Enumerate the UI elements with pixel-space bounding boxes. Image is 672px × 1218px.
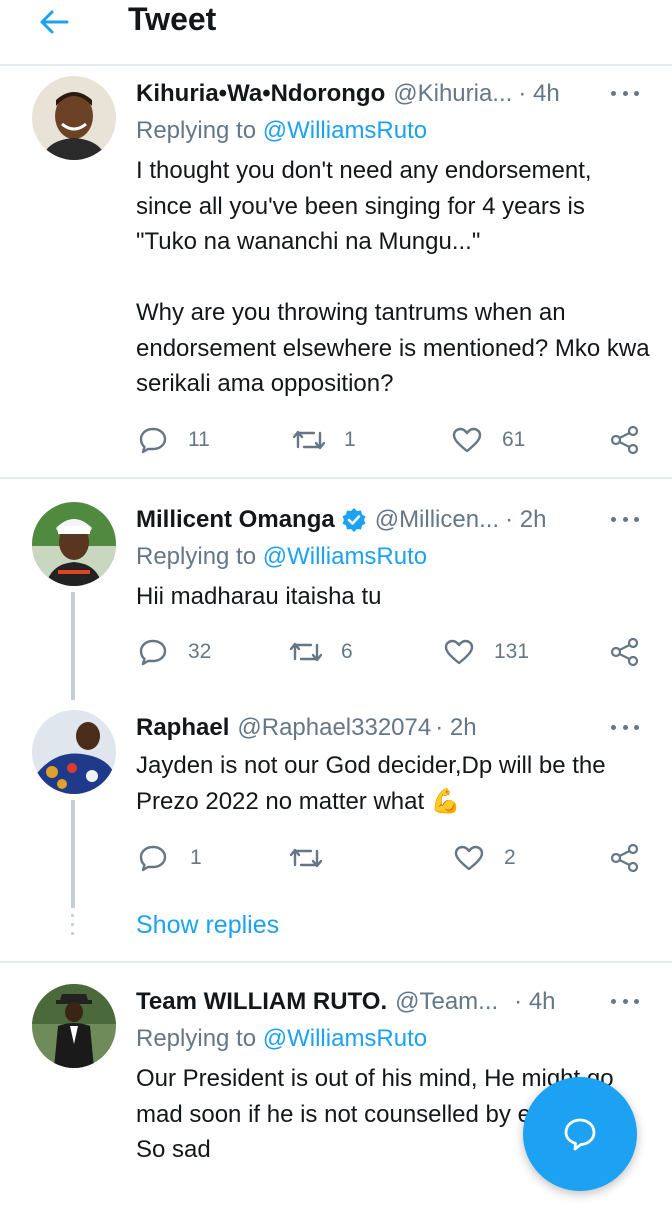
tweet-text: Hii madharau itaisha tu bbox=[136, 583, 382, 610]
tweet-actions: 32 6 131 bbox=[136, 635, 641, 669]
arrow-left-icon bbox=[40, 10, 69, 34]
retweet-icon bbox=[289, 635, 323, 669]
tweet-text: I thought you don't need any endorsement… bbox=[136, 157, 650, 397]
reply-count: 11 bbox=[188, 428, 210, 451]
author-handle[interactable]: @Team... bbox=[395, 988, 498, 1016]
thread-line bbox=[71, 800, 75, 908]
author-name[interactable]: Millicent Omanga bbox=[136, 506, 335, 534]
verified-badge-icon bbox=[341, 507, 367, 533]
retweet-icon bbox=[289, 841, 323, 875]
reply-button[interactable]: 1 bbox=[136, 841, 202, 875]
like-count: 2 bbox=[504, 846, 516, 869]
share-button[interactable] bbox=[608, 841, 642, 875]
reply-button[interactable]: 11 bbox=[136, 423, 210, 457]
share-button[interactable] bbox=[608, 423, 642, 457]
retweet-count: 1 bbox=[344, 428, 356, 451]
like-button[interactable]: 131 bbox=[442, 635, 529, 669]
tweet-header: Kihuria•Wa•Ndorongo @Kihuria... · 4h bbox=[136, 76, 642, 112]
author-name[interactable]: Kihuria•Wa•Ndorongo bbox=[136, 80, 385, 108]
author-handle[interactable]: @Millicen... bbox=[375, 506, 499, 534]
reply-count: 1 bbox=[190, 846, 202, 869]
like-button[interactable]: 2 bbox=[452, 841, 516, 875]
reply-icon bbox=[136, 841, 170, 875]
avatar[interactable] bbox=[32, 76, 116, 160]
replying-to-link[interactable]: @WilliamsRuto bbox=[263, 543, 427, 570]
heart-icon bbox=[450, 423, 484, 457]
compose-reply-button[interactable] bbox=[523, 1077, 637, 1191]
retweet-button[interactable]: 6 bbox=[289, 635, 353, 669]
author-name[interactable]: Team WILLIAM RUTO. bbox=[136, 988, 387, 1016]
avatar[interactable] bbox=[32, 984, 116, 1068]
heart-icon bbox=[442, 635, 476, 669]
replying-label: Replying to bbox=[136, 1025, 263, 1052]
replying-label: Replying to bbox=[136, 543, 263, 570]
tweet[interactable]: Millicent Omanga @Millicen... · 2h Reply… bbox=[0, 502, 672, 702]
more-options-icon[interactable] bbox=[608, 714, 642, 740]
avatar[interactable] bbox=[32, 502, 116, 586]
replying-to-link[interactable]: @WilliamsRuto bbox=[263, 1025, 427, 1052]
tweet-header: Millicent Omanga @Millicen... · 2h bbox=[136, 502, 642, 538]
tweet[interactable]: Kihuria•Wa•Ndorongo @Kihuria... · 4h Rep… bbox=[0, 76, 672, 476]
divider bbox=[0, 477, 672, 479]
tweet-actions: 1 2 bbox=[136, 841, 641, 875]
replying-to-link[interactable]: @WilliamsRuto bbox=[263, 117, 427, 144]
timestamp[interactable]: · 2h bbox=[505, 506, 546, 534]
divider bbox=[0, 961, 672, 963]
page-title: Tweet bbox=[128, 1, 217, 37]
replying-to: Replying to @WilliamsRuto bbox=[136, 1024, 427, 1054]
thread-line bbox=[71, 592, 75, 700]
replying-to: Replying to @WilliamsRuto bbox=[136, 542, 427, 572]
share-icon bbox=[608, 635, 642, 669]
share-icon bbox=[608, 841, 642, 875]
share-icon bbox=[608, 423, 642, 457]
replying-label: Replying to bbox=[136, 117, 263, 144]
replying-to: Replying to @WilliamsRuto bbox=[136, 116, 427, 146]
reply-icon bbox=[136, 423, 170, 457]
back-button[interactable] bbox=[32, 4, 76, 40]
retweet-button[interactable] bbox=[289, 841, 341, 875]
like-count: 61 bbox=[502, 428, 526, 451]
retweet-button[interactable]: 1 bbox=[292, 423, 356, 457]
more-options-icon[interactable] bbox=[608, 988, 642, 1014]
tweet-text-content: Jayden is not our God decider,Dp will be… bbox=[136, 752, 613, 815]
retweet-icon bbox=[292, 423, 326, 457]
tweet-header: Team WILLIAM RUTO. @Team... · 4h bbox=[136, 984, 642, 1020]
timestamp[interactable]: · 4h bbox=[518, 80, 559, 108]
tweet[interactable]: Raphael @Raphael332074 · 2h Jayden is no… bbox=[0, 710, 672, 910]
more-options-icon[interactable] bbox=[608, 506, 642, 532]
author-handle[interactable]: @Kihuria... bbox=[393, 80, 512, 108]
heart-icon bbox=[452, 841, 486, 875]
top-bar: Tweet bbox=[0, 0, 672, 66]
like-button[interactable]: 61 bbox=[450, 423, 525, 457]
timestamp[interactable]: · 2h bbox=[435, 714, 476, 742]
timestamp[interactable]: · 4h bbox=[514, 988, 555, 1016]
tweet-text: Jayden is not our God decider,Dp will be… bbox=[136, 748, 651, 819]
share-button[interactable] bbox=[608, 635, 642, 669]
author-name[interactable]: Raphael bbox=[136, 714, 229, 742]
reply-icon bbox=[136, 635, 170, 669]
reply-button[interactable]: 32 bbox=[136, 635, 211, 669]
more-options-icon[interactable] bbox=[608, 80, 642, 106]
avatar[interactable] bbox=[32, 710, 116, 794]
tweet-header: Raphael @Raphael332074 · 2h bbox=[136, 710, 642, 746]
show-replies-link[interactable]: Show replies bbox=[136, 911, 279, 940]
like-count: 131 bbox=[494, 640, 530, 663]
compose-reply-icon bbox=[564, 1118, 596, 1151]
tweet-actions: 11 1 61 bbox=[136, 423, 641, 457]
reply-count: 32 bbox=[188, 640, 212, 663]
thread-dots bbox=[71, 914, 75, 941]
author-handle[interactable]: @Raphael332074 bbox=[237, 714, 431, 742]
flexed-biceps-emoji: 💪 bbox=[430, 787, 461, 815]
retweet-count: 6 bbox=[341, 640, 353, 663]
